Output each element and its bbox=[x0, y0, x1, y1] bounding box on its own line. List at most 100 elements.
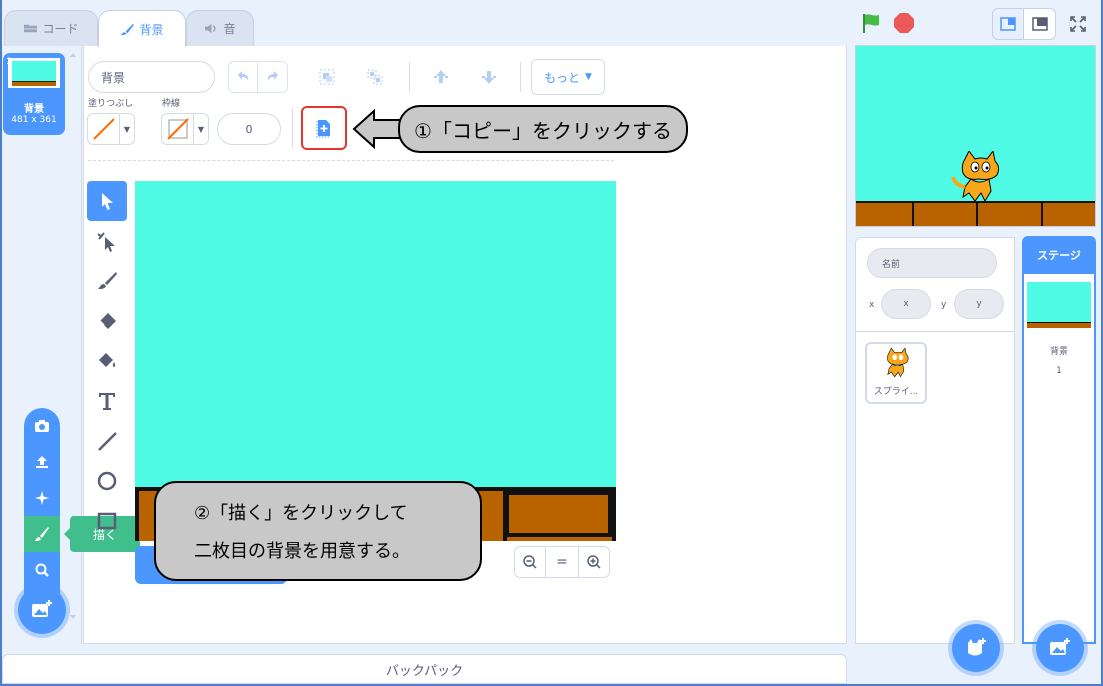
backward-button[interactable] bbox=[472, 61, 506, 93]
copy-instruction-callout: ①「コピー」をクリックする bbox=[398, 105, 688, 153]
brush-icon bbox=[121, 23, 135, 35]
y-label: y bbox=[941, 300, 947, 310]
fill-color-picker[interactable]: ▼ bbox=[87, 113, 135, 145]
canvas-sky bbox=[135, 181, 616, 487]
arrow-down-icon bbox=[482, 71, 496, 84]
brick-line bbox=[976, 201, 978, 226]
group-icon bbox=[319, 69, 335, 85]
cat-sprite-icon[interactable] bbox=[951, 151, 1007, 203]
brush-icon bbox=[98, 272, 117, 289]
copy-icon bbox=[316, 120, 330, 138]
group-button[interactable] bbox=[310, 61, 344, 93]
no-color-icon bbox=[166, 118, 189, 140]
x-input[interactable]: x bbox=[881, 289, 931, 319]
line-tool[interactable] bbox=[87, 421, 127, 461]
scroll-down-arrow[interactable] bbox=[70, 615, 76, 619]
undo-icon bbox=[238, 71, 249, 81]
ungroup-button[interactable] bbox=[358, 61, 392, 93]
tab-sounds-label: 音 bbox=[223, 22, 236, 36]
rectangle-tool[interactable] bbox=[87, 501, 127, 541]
zoom-out-icon bbox=[523, 555, 537, 569]
brush-tool[interactable] bbox=[87, 261, 127, 301]
sprite-name-input[interactable]: 名前 bbox=[867, 248, 997, 278]
eraser-tool[interactable] bbox=[87, 301, 127, 341]
redo-icon bbox=[267, 71, 278, 81]
brick-line bbox=[1041, 201, 1043, 226]
speaker-icon bbox=[205, 23, 216, 34]
caret-down-icon: ▼ bbox=[585, 72, 592, 82]
fullscreen-button[interactable] bbox=[1062, 8, 1094, 40]
sprite-tile-label: スプライ... bbox=[873, 387, 919, 397]
tab-backdrops-label: 背景 bbox=[139, 22, 164, 37]
stage-pane-header: ステージ bbox=[1022, 236, 1096, 274]
stop-icon[interactable] bbox=[893, 12, 915, 34]
select-tool[interactable] bbox=[87, 181, 127, 221]
brick-line bbox=[612, 487, 616, 541]
divider bbox=[855, 331, 1015, 332]
choose-backdrop-button[interactable] bbox=[24, 552, 60, 588]
y-input[interactable]: y bbox=[954, 289, 1004, 319]
add-backdrop-button[interactable] bbox=[18, 586, 66, 634]
outline-width-input[interactable]: 0 bbox=[217, 113, 281, 145]
code-icon bbox=[24, 24, 38, 33]
backdrop-name: 背景 bbox=[24, 104, 44, 115]
more-label: もっと bbox=[544, 70, 581, 85]
stage[interactable] bbox=[855, 45, 1096, 227]
arrow-up-icon bbox=[434, 70, 448, 83]
tab-sounds[interactable]: 音 bbox=[186, 10, 254, 46]
redo-button[interactable] bbox=[258, 61, 288, 93]
small-stage-icon bbox=[1000, 17, 1016, 31]
reshape-icon bbox=[97, 232, 115, 252]
caret-down-icon: ▼ bbox=[123, 124, 131, 134]
backdrop-thumbnail bbox=[8, 58, 60, 88]
rectangle-icon bbox=[97, 512, 117, 530]
camera-button[interactable] bbox=[24, 408, 60, 444]
zoom-out-button[interactable] bbox=[514, 546, 546, 578]
tab-backdrops[interactable]: 背景 bbox=[98, 10, 186, 47]
outline-color-picker[interactable]: ▼ bbox=[161, 113, 209, 145]
green-flag-icon[interactable] bbox=[860, 12, 882, 34]
x-label: x bbox=[869, 300, 875, 310]
camera-icon bbox=[35, 420, 49, 432]
small-stage-button[interactable] bbox=[992, 8, 1024, 40]
backdrop-number: 1 bbox=[6, 57, 13, 67]
circle-tool[interactable] bbox=[87, 461, 127, 501]
callout-arrow bbox=[352, 109, 402, 149]
upload-icon bbox=[36, 456, 48, 468]
cursor-icon bbox=[102, 193, 113, 210]
paint-callout-line2: 二枚目の背景を用意する。 bbox=[194, 541, 410, 562]
large-stage-button[interactable] bbox=[1024, 8, 1056, 40]
brick-line bbox=[135, 487, 139, 541]
paint-instruction-callout: ②「描く」をクリックして 二枚目の背景を用意する。 bbox=[154, 481, 482, 581]
undo-button[interactable] bbox=[228, 61, 258, 93]
choose-backdrop-main-button[interactable] bbox=[1036, 624, 1084, 672]
tab-code[interactable]: コード bbox=[4, 10, 98, 46]
add-sprite-button[interactable] bbox=[952, 624, 1000, 672]
zoom-reset-button[interactable]: = bbox=[546, 546, 578, 578]
scroll-up-arrow[interactable] bbox=[70, 53, 76, 57]
tab-code-label: コード bbox=[42, 22, 79, 36]
surprise-button[interactable] bbox=[24, 480, 60, 516]
brush-icon bbox=[35, 527, 49, 541]
brick-line bbox=[912, 201, 914, 226]
backdrop-name-input[interactable]: 背景 bbox=[88, 61, 215, 93]
toolbar-separator bbox=[88, 160, 614, 161]
text-icon bbox=[99, 393, 115, 410]
upload-button[interactable] bbox=[24, 444, 60, 480]
copy-button[interactable] bbox=[301, 106, 347, 150]
paint-bucket-icon bbox=[99, 353, 116, 367]
text-tool[interactable] bbox=[87, 381, 127, 421]
zoom-in-button[interactable] bbox=[578, 546, 610, 578]
backpack[interactable]: バックパック bbox=[2, 654, 847, 684]
cat-sprite-icon bbox=[887, 347, 909, 378]
ungroup-icon bbox=[367, 69, 383, 85]
fill-label: 塗りつぶし bbox=[88, 99, 134, 109]
paint-button[interactable] bbox=[24, 516, 60, 552]
reshape-tool[interactable] bbox=[87, 221, 127, 261]
more-button[interactable]: もっと ▼ bbox=[531, 59, 605, 95]
fill-tool[interactable] bbox=[87, 341, 127, 381]
fullscreen-icon bbox=[1070, 16, 1086, 32]
add-image-icon bbox=[32, 600, 52, 617]
forward-button[interactable] bbox=[424, 61, 458, 93]
stage-backdrop-count: 1 bbox=[1056, 366, 1062, 376]
